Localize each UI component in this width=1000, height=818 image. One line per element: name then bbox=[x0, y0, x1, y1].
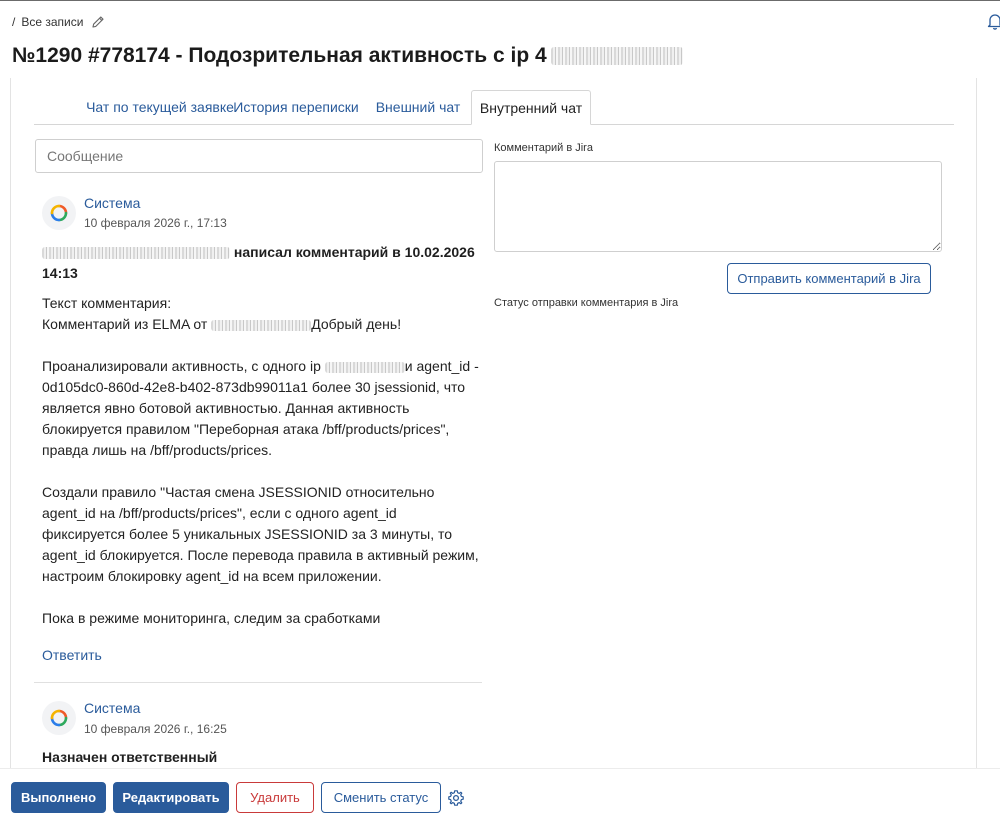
gear-icon[interactable] bbox=[447, 789, 465, 807]
breadcrumb: / Все записи bbox=[12, 15, 105, 29]
message-date: 10 февраля 2026 г., 17:13 bbox=[84, 216, 227, 230]
jira-comment-textarea[interactable] bbox=[494, 161, 942, 252]
redacted-author bbox=[211, 319, 312, 331]
avatar bbox=[42, 701, 76, 735]
message-date: 10 февраля 2026 г., 16:25 bbox=[84, 722, 227, 736]
comment-label: Текст комментария: bbox=[42, 295, 172, 311]
redacted-ip bbox=[550, 47, 683, 65]
jira-send-status-label: Статус отправки комментария в Jira bbox=[494, 297, 679, 309]
delete-button[interactable]: Удалить bbox=[236, 782, 314, 813]
tab-internal-chat[interactable]: Внутренний чат bbox=[471, 90, 591, 125]
feed-entry: Система 10 февраля 2026 г., 17:13 написа… bbox=[34, 180, 484, 682]
comment-origin: Комментарий из ELMA от Добрый день! bbox=[42, 314, 482, 335]
send-jira-comment-button[interactable]: Отправить комментарий в Jira bbox=[727, 263, 931, 294]
content-frame-right-border bbox=[976, 78, 977, 768]
system-logo-icon bbox=[50, 709, 68, 727]
comment-greeting: Добрый день! bbox=[311, 316, 402, 332]
tab-correspondence-history[interactable]: История переписки bbox=[231, 90, 361, 124]
comment-paragraph: Пока в режиме мониторинга, следим за сра… bbox=[42, 610, 381, 626]
message-author[interactable]: Система bbox=[84, 700, 140, 716]
breadcrumb-all-records[interactable]: Все записи bbox=[21, 15, 83, 29]
message-headline: Назначен ответственный bbox=[42, 749, 218, 765]
avatar bbox=[42, 196, 76, 230]
comment-origin-prefix: Комментарий из ELMA от bbox=[42, 316, 212, 332]
page-title-text: №1290 #778174 - Подозрительная активност… bbox=[12, 44, 547, 67]
redacted-ip-inline bbox=[324, 361, 405, 373]
feed-entry: Система 10 февраля 2026 г., 16:25 Назнач… bbox=[34, 683, 484, 768]
system-logo-icon bbox=[50, 204, 68, 222]
page-title: №1290 #778174 - Подозрительная активност… bbox=[12, 44, 683, 68]
window-top-border bbox=[0, 0, 1000, 1]
change-status-button[interactable]: Сменить статус bbox=[321, 782, 441, 813]
chat-tabs: Чат по текущей заявке История переписки … bbox=[34, 90, 954, 125]
message-input[interactable] bbox=[35, 139, 483, 173]
message-body: Текст комментария: Комментарий из ELMA о… bbox=[42, 293, 482, 629]
message-feed: Система 10 февраля 2026 г., 17:13 написа… bbox=[34, 180, 484, 768]
comment-paragraph: Создали правило "Частая смена JSESSIONID… bbox=[42, 484, 479, 584]
action-footer: Выполнено Редактировать Удалить Сменить … bbox=[0, 768, 1000, 818]
comment-paragraph: Проанализировали активность, с одного ip… bbox=[42, 356, 482, 461]
redacted-username bbox=[42, 247, 230, 260]
reply-link[interactable]: Ответить bbox=[42, 647, 102, 663]
content-frame-left-border bbox=[10, 78, 11, 768]
jira-comment-label: Комментарий в Jira bbox=[494, 142, 593, 154]
comment-paragraph-prefix: Проанализировали активность, с одного ip bbox=[42, 358, 325, 374]
message-headline: написал комментарий в 10.02.2026 14:13 bbox=[42, 242, 482, 284]
edit-button[interactable]: Редактировать bbox=[113, 782, 229, 813]
tab-current-ticket-chat[interactable]: Чат по текущей заявке bbox=[68, 90, 252, 124]
tab-external-chat[interactable]: Внешний чат bbox=[372, 90, 464, 124]
pencil-icon[interactable] bbox=[91, 15, 105, 29]
done-button[interactable]: Выполнено bbox=[11, 782, 106, 813]
message-author[interactable]: Система bbox=[84, 195, 140, 211]
bell-icon[interactable] bbox=[986, 12, 1000, 30]
breadcrumb-separator: / bbox=[12, 15, 16, 29]
